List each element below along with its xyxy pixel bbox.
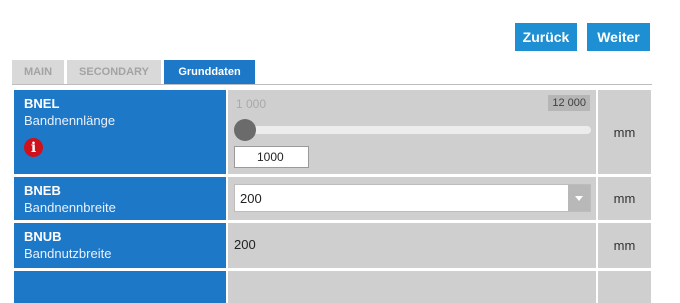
bnel-description: Bandnennlänge: [24, 113, 116, 128]
bnel-input[interactable]: 1000: [234, 146, 309, 168]
bneb-select-value: 200: [240, 190, 262, 206]
partial-unit-cell: [598, 271, 651, 303]
chevron-down-icon[interactable]: [568, 185, 590, 211]
partial-value-cell: [228, 271, 596, 303]
bnub-label-cell: BNUB Bandnutzbreite: [14, 223, 226, 268]
bnub-code: BNUB: [24, 229, 62, 244]
bnub-value-cell: 200: [228, 223, 596, 268]
bneb-description: Bandnennbreite: [24, 200, 116, 215]
tab-grunddaten[interactable]: Grunddaten: [164, 60, 255, 84]
partial-label-cell: [14, 271, 226, 303]
tab-secondary[interactable]: SECONDARY: [67, 60, 161, 84]
bnub-value: 200: [234, 237, 256, 252]
bneb-select[interactable]: 200: [234, 184, 591, 212]
bneb-code: BNEB: [24, 183, 61, 198]
info-icon[interactable]: i: [24, 138, 43, 157]
bnub-description: Bandnutzbreite: [24, 246, 112, 261]
slider-track[interactable]: [236, 126, 591, 134]
bnel-value-cell: 1 000 12 000 1000: [228, 90, 596, 174]
slider-thumb[interactable]: [234, 119, 256, 141]
bneb-label-cell: BNEB Bandnennbreite: [14, 177, 226, 220]
bnub-unit: mm: [598, 223, 651, 268]
next-button[interactable]: Weiter: [587, 23, 650, 51]
row-bnub: BNUB Bandnutzbreite 200 mm: [14, 223, 651, 268]
slider-max-label: 12 000: [548, 95, 590, 111]
bnel-code: BNEL: [24, 96, 60, 111]
row-bnel: BNEL Bandnennlänge i 1 000 12 000 1000 m…: [14, 90, 651, 174]
tab-main[interactable]: MAIN: [12, 60, 64, 84]
back-button[interactable]: Zurück: [515, 23, 577, 51]
tab-bar: MAIN SECONDARY Grunddaten: [12, 60, 255, 84]
bnel-label-cell: BNEL Bandnennlänge i: [14, 90, 226, 174]
row-partial: [14, 271, 651, 303]
tab-divider: [12, 84, 652, 85]
row-bneb: BNEB Bandnennbreite 200 mm: [14, 177, 651, 220]
bneb-value-cell: 200: [228, 177, 596, 220]
slider-min-label: 1 000: [236, 97, 267, 111]
bneb-unit: mm: [598, 177, 651, 220]
bnel-unit: mm: [598, 90, 651, 174]
